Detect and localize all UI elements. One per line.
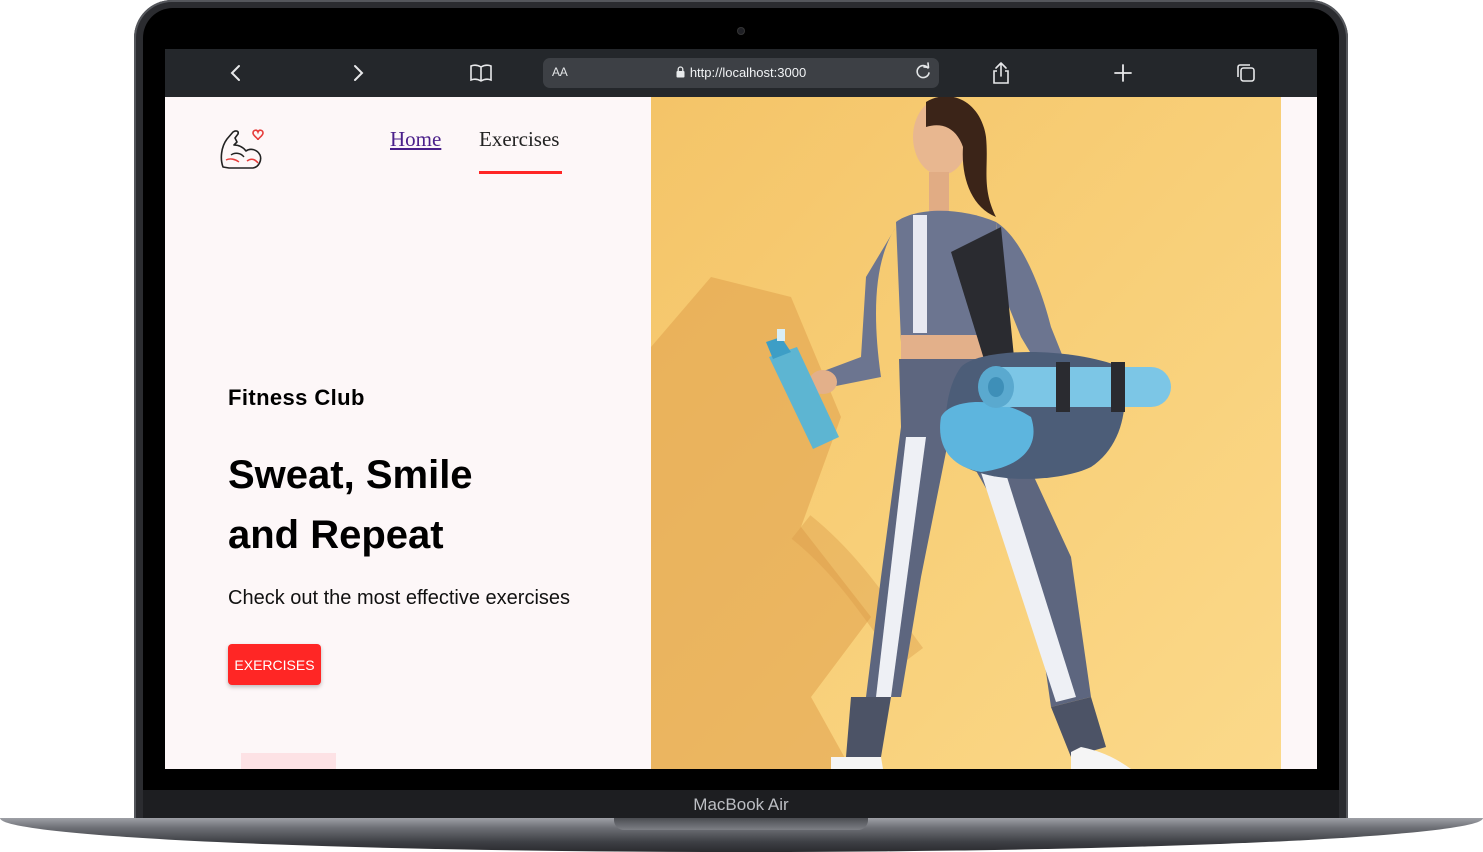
hero-title-line-2: and Repeat: [228, 513, 444, 557]
tabs-icon[interactable]: [1232, 59, 1260, 87]
laptop-notch: [614, 818, 868, 830]
hero-title-line-1: Sweat, Smile: [228, 453, 473, 497]
active-nav-indicator: [479, 171, 562, 174]
browser-screen: AA http://localhost:3000 Home Exercises …: [165, 49, 1317, 769]
hero-title: Sweat, Smile and Repeat: [228, 445, 608, 565]
exercises-button[interactable]: EXERCISES: [228, 644, 321, 685]
browser-toolbar: AA http://localhost:3000: [165, 49, 1317, 97]
camera-icon: [737, 27, 745, 35]
new-tab-icon[interactable]: [1109, 59, 1137, 87]
nav-link-exercises[interactable]: Exercises: [479, 127, 559, 152]
decorative-block: [241, 753, 336, 769]
share-icon[interactable]: [987, 59, 1015, 87]
reload-icon[interactable]: [913, 62, 933, 82]
laptop-chin: MacBook Air: [143, 790, 1339, 820]
web-page: Home Exercises Fitness Club Sweat, Smile…: [165, 97, 1317, 769]
hero-banner-image: [651, 97, 1281, 769]
url-text: http://localhost:3000: [689, 65, 807, 80]
back-icon[interactable]: [222, 59, 250, 87]
hero-description: Check out the most effective exercises: [228, 587, 571, 609]
hero-subtitle: Fitness Club: [228, 385, 365, 410]
address-bar[interactable]: AA http://localhost:3000: [543, 58, 939, 88]
bookmarks-icon[interactable]: [467, 59, 495, 87]
forward-icon[interactable]: [344, 59, 372, 87]
lock-icon: [676, 66, 685, 81]
nav-link-home[interactable]: Home: [390, 127, 441, 152]
device-label: MacBook Air: [693, 795, 789, 814]
flexed-arm-heart-icon[interactable]: [217, 125, 265, 173]
page-right-margin: [1281, 97, 1317, 769]
